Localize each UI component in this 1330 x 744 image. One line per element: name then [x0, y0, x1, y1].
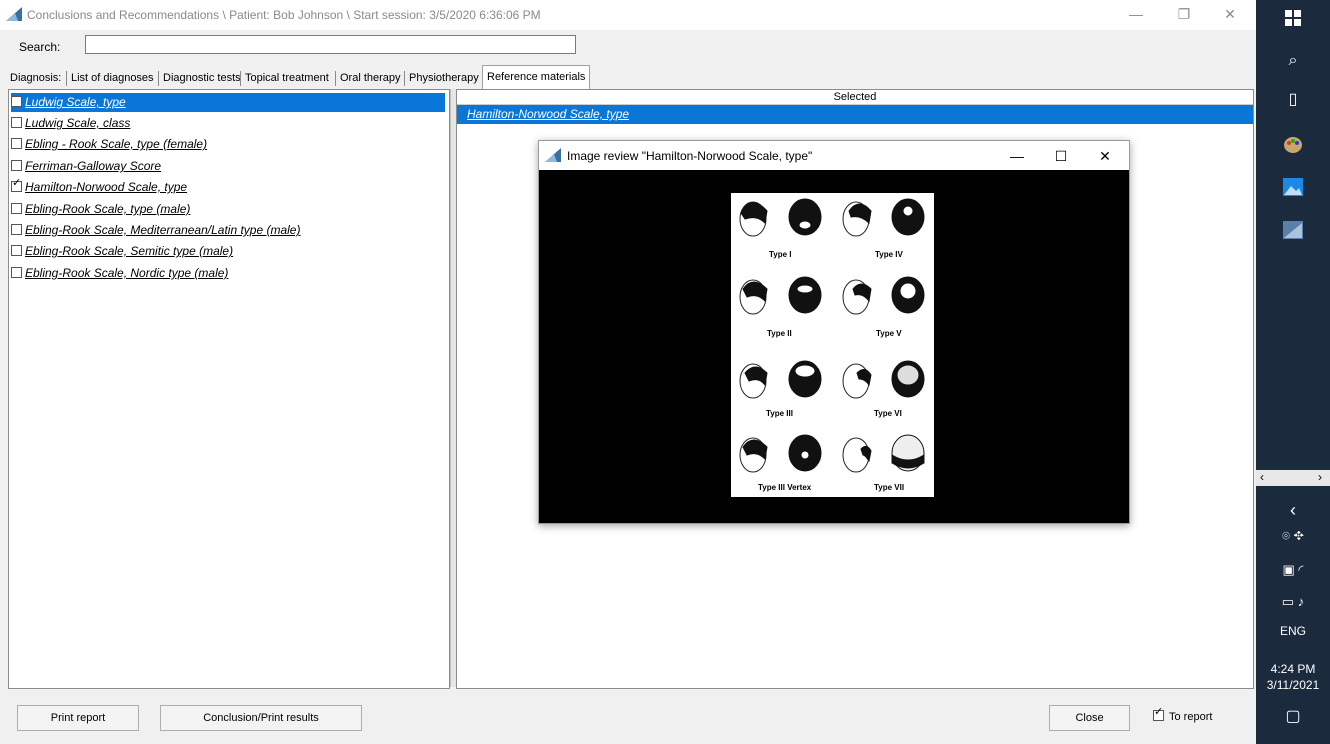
- list-item-label: Ludwig Scale, class: [25, 116, 131, 130]
- checkbox[interactable]: [11, 96, 22, 107]
- tab-separator: [240, 71, 241, 86]
- selected-item-label: Hamilton-Norwood Scale, type: [467, 107, 630, 121]
- dialog-maximize-button[interactable]: ☐: [1038, 143, 1084, 169]
- check-icon: ✓: [12, 177, 22, 189]
- selected-item[interactable]: Hamilton-Norwood Scale, type: [457, 105, 1253, 124]
- list-item[interactable]: Ebling-Rook Scale, type (male): [11, 200, 190, 219]
- scroll-right-icon[interactable]: ›: [1318, 470, 1322, 484]
- dialog-minimize-button[interactable]: —: [994, 143, 1040, 169]
- title-bar: Conclusions and Recommendations \ Patien…: [0, 0, 1256, 30]
- list-item[interactable]: Ferriman-Galloway Score: [11, 157, 161, 176]
- tray-icons-row3[interactable]: ▭ ♪: [1256, 594, 1330, 610]
- list-item-label: Ludwig Scale, type: [25, 95, 126, 109]
- minimize-button[interactable]: —: [1113, 0, 1159, 30]
- checkbox[interactable]: [11, 267, 22, 278]
- checkbox-checked[interactable]: ✓: [11, 177, 22, 192]
- search-label: Search:: [19, 40, 61, 54]
- checkbox[interactable]: [11, 138, 22, 149]
- reference-list: Ludwig Scale, type Ludwig Scale, class E…: [8, 89, 450, 689]
- tab-separator: [335, 71, 336, 86]
- image-label: Type III: [766, 409, 793, 418]
- list-item[interactable]: Ludwig Scale, type: [11, 93, 445, 112]
- list-item-label: Ebling-Rook Scale, type (male): [25, 202, 191, 216]
- image-label: Type III Vertex: [758, 483, 812, 492]
- list-item-label: Ebling-Rook Scale, Mediterranean/Latin t…: [25, 223, 301, 237]
- clock-date[interactable]: 3/11/2021: [1256, 678, 1330, 692]
- list-item-label: Ebling-Rook Scale, Nordic type (male): [25, 266, 229, 280]
- search-input[interactable]: [85, 35, 576, 54]
- to-report-label: To report: [1169, 711, 1213, 723]
- list-item[interactable]: Ebling-Rook Scale, Semitic type (male): [11, 242, 233, 261]
- check-icon: ✓: [1154, 706, 1164, 718]
- close-button[interactable]: Close: [1049, 705, 1130, 731]
- image-label: Type VII: [874, 483, 905, 492]
- to-report-toggle[interactable]: ✓ To report: [1153, 706, 1213, 723]
- list-item[interactable]: Ebling - Rook Scale, type (female): [11, 135, 207, 154]
- list-item[interactable]: ✓ Hamilton-Norwood Scale, type: [11, 178, 187, 197]
- window-title: Conclusions and Recommendations \ Patien…: [27, 8, 541, 22]
- image-label: Type VI: [874, 409, 902, 418]
- checkbox-checked[interactable]: ✓: [1153, 706, 1164, 721]
- clock-time[interactable]: 4:24 PM: [1256, 662, 1330, 676]
- search-icon[interactable]: ⌕: [1256, 52, 1330, 70]
- list-item[interactable]: Ebling-Rook Scale, Nordic type (male): [11, 264, 228, 283]
- windows-logo-icon: [1285, 10, 1301, 26]
- tab-separator: [158, 71, 159, 86]
- app-icon: [6, 7, 22, 21]
- list-item-label: Ebling - Rook Scale, type (female): [25, 137, 208, 151]
- image-label: Type V: [876, 329, 902, 338]
- selected-header: Selected: [457, 90, 1253, 105]
- list-item[interactable]: Ludwig Scale, class: [11, 114, 130, 133]
- close-window-button[interactable]: ✕: [1207, 0, 1253, 30]
- restore-button[interactable]: ❐: [1161, 0, 1207, 30]
- main-window: Conclusions and Recommendations \ Patien…: [0, 0, 1256, 744]
- list-item-label: Hamilton-Norwood Scale, type: [25, 180, 188, 194]
- bottom-toolbar: Print report Conclusion/Print results Cl…: [0, 690, 1256, 744]
- list-item-label: Ferriman-Galloway Score: [25, 159, 162, 173]
- dialog-title: Image review "Hamilton-Norwood Scale, ty…: [567, 149, 813, 163]
- windows-start-icon[interactable]: [1256, 10, 1330, 31]
- medical-app-icon: [1283, 221, 1303, 239]
- tab-oral-therapy[interactable]: Oral therapy: [340, 68, 401, 88]
- dialog-close-button[interactable]: ✕: [1082, 143, 1128, 169]
- checkbox[interactable]: [11, 224, 22, 235]
- tray-icons-row2[interactable]: ▣ ◜: [1256, 562, 1330, 578]
- tab-topical-treatment[interactable]: Topical treatment: [245, 68, 329, 88]
- tab-reference-materials[interactable]: Reference materials: [482, 65, 591, 90]
- search-row: Search:: [0, 30, 1256, 62]
- task-view-icon[interactable]: ▯: [1256, 89, 1330, 109]
- tab-diagnostic-tests[interactable]: Diagnostic tests: [163, 68, 241, 88]
- tab-separator: [404, 71, 405, 86]
- list-item[interactable]: Ebling-Rook Scale, Mediterranean/Latin t…: [11, 221, 300, 240]
- tray-icons-row1[interactable]: ⌾ ✥: [1256, 528, 1330, 544]
- paint-icon: [1284, 137, 1302, 153]
- tab-list-of-diagnoses[interactable]: List of diagnoses: [71, 68, 154, 88]
- app-icon-photos[interactable]: [1256, 177, 1330, 202]
- tab-separator: [66, 71, 67, 86]
- conclusion-print-results-button[interactable]: Conclusion/Print results: [160, 705, 362, 731]
- checkbox[interactable]: [11, 117, 22, 128]
- checkbox[interactable]: [11, 203, 22, 214]
- image-label: Type IV: [875, 250, 903, 259]
- print-report-button[interactable]: Print report: [17, 705, 139, 731]
- notification-icon[interactable]: ▢: [1256, 706, 1330, 726]
- app-icon-active[interactable]: [1256, 220, 1330, 245]
- language-indicator[interactable]: ENG: [1256, 624, 1330, 638]
- list-item-label: Ebling-Rook Scale, Semitic type (male): [25, 244, 234, 258]
- taskbar-scrollbar[interactable]: ‹ ›: [1256, 470, 1330, 486]
- image-label: Type II: [767, 329, 792, 338]
- checkbox[interactable]: [11, 160, 22, 171]
- app-icon: [545, 148, 561, 162]
- photos-icon: [1283, 178, 1303, 196]
- windows-taskbar: ⌕ ▯ ‹ ⌾ ✥ ▣ ◜ ▭ ♪ ENG 4:24 PM 3/11/2021 …: [1256, 0, 1330, 744]
- checkbox[interactable]: [11, 245, 22, 256]
- hamilton-norwood-image: Type I Type IV Type II Type V Type III T…: [731, 193, 934, 497]
- tab-physiotherapy[interactable]: Physiotherapy: [409, 68, 479, 88]
- scroll-left-icon[interactable]: ‹: [1260, 470, 1264, 484]
- chevron-left-icon[interactable]: ‹: [1256, 500, 1330, 521]
- tab-diagnosis[interactable]: Diagnosis:: [10, 68, 61, 88]
- hair-loss-illustration: [739, 198, 925, 473]
- app-icon-paint[interactable]: [1256, 133, 1330, 160]
- image-label: Type I: [769, 250, 792, 259]
